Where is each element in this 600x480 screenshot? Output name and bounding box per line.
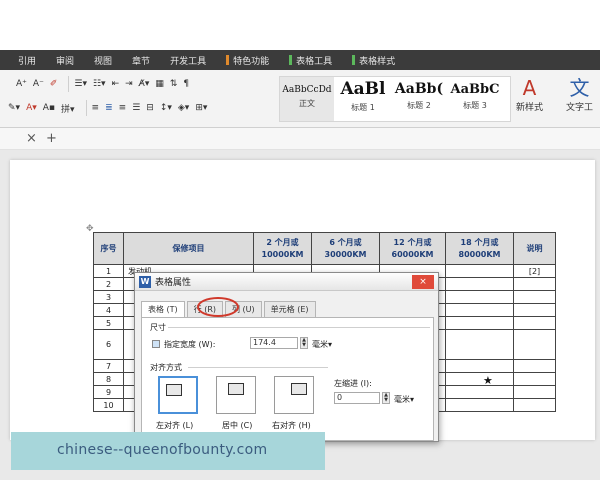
highlight-icon[interactable]: ✎▾ [8, 103, 20, 113]
width-spinner[interactable]: ▲ ▼ [300, 337, 308, 349]
dialog-title-bar[interactable]: W 表格属性 [135, 273, 438, 291]
ribbon: A⁺ A⁻ ✐ ☰▾ ☷▾ ⇤ ⇥ A̸▾ ▦ ⇅ ¶ ✎▾ A▾ A▪ 拼▾ … [0, 70, 600, 128]
menu-item-review[interactable]: 审阅 [46, 54, 84, 67]
font-color-icon[interactable]: A▾ [26, 103, 37, 113]
close-tab-icon[interactable]: × [26, 131, 37, 146]
new-style-button[interactable]: A 新样式 [516, 76, 543, 113]
align-left-option[interactable] [158, 376, 198, 414]
sort-icon[interactable]: ⇅ [170, 79, 178, 89]
indent-icon[interactable]: ⇤ [112, 79, 120, 89]
accent-tick [289, 55, 293, 65]
wps-app-icon: W [139, 275, 151, 288]
align-section-label: 对齐方式 [150, 363, 182, 372]
dialog-title: 表格属性 [155, 278, 192, 288]
header-cell-6m[interactable]: 6 个月或 30000KM [311, 232, 380, 265]
header-cell-item[interactable]: 保修项目 [123, 232, 254, 265]
divider [188, 367, 328, 368]
distribute-icon[interactable]: ⊟ [146, 103, 154, 113]
align-right-label: 右对齐 (H) [272, 421, 311, 430]
style-heading-3[interactable]: AaBbC 标题 3 [448, 77, 502, 121]
phonetic-icon[interactable]: 拼▾ [61, 102, 75, 115]
tab-table[interactable]: 表格 (T) [141, 301, 185, 317]
header-cell-index[interactable]: 序号 [93, 232, 124, 265]
align-right-option[interactable] [274, 376, 314, 414]
width-label: 指定宽度 (W): [164, 340, 216, 349]
bullet-list-icon[interactable]: ☰▾ [74, 79, 87, 89]
watermark-banner: chinese--queenofbounty.com [11, 432, 325, 470]
menu-item-table-style[interactable]: 表格样式 [342, 54, 405, 67]
highlight-circle [197, 297, 239, 317]
tab-cell[interactable]: 单元格 (E) [263, 301, 316, 317]
star-mark: ★ [483, 374, 493, 387]
indent-unit-select[interactable]: 毫米▾ [394, 394, 414, 405]
indent-spinner[interactable]: ▲ ▼ [382, 392, 390, 404]
style-heading-1[interactable]: AaBl 标题 1 [336, 77, 390, 121]
size-section-label: 尺寸 [150, 323, 166, 332]
align-center-icon [228, 383, 244, 395]
clear-format-icon[interactable]: ✐ [50, 79, 58, 89]
style-normal[interactable]: AaBbCcDd 正文 [280, 77, 334, 121]
new-style-icon: A [522, 76, 537, 100]
menu-bar: 引用 审阅 视图 章节 开发工具 特色功能 表格工具 表格样式 [0, 50, 600, 70]
menu-item-table-tools[interactable]: 表格工具 [279, 54, 342, 67]
new-tab-icon[interactable]: + [46, 131, 57, 146]
width-unit-select[interactable]: 毫米▾ [312, 339, 332, 350]
align-right-icon[interactable]: ≡ [119, 103, 127, 113]
table-icon[interactable]: ▦ [155, 79, 164, 89]
align-left-label: 左对齐 (L) [156, 421, 194, 430]
width-input[interactable]: 174.4 [250, 337, 298, 349]
menu-item-chapter[interactable]: 章节 [122, 54, 160, 67]
menu-item-reference[interactable]: 引用 [8, 54, 46, 67]
watermark-text: chinese--queenofbounty.com [57, 442, 268, 458]
accent-tick [352, 55, 356, 65]
number-list-icon[interactable]: ☷▾ [93, 79, 106, 89]
char-shading-icon[interactable]: A▪ [43, 103, 55, 113]
header-cell-12m[interactable]: 12 个月或 60000KM [379, 232, 446, 265]
menu-item-developer[interactable]: 开发工具 [160, 54, 216, 67]
divider [68, 76, 70, 92]
align-left-icon [166, 384, 182, 396]
header-cell-2m[interactable]: 2 个月或 10000KM [253, 232, 312, 265]
header-cell-notes[interactable]: 说明 [513, 232, 556, 265]
justify-icon[interactable]: ☰ [132, 103, 140, 113]
document-tab-strip: × + [0, 128, 600, 150]
line-spacing-icon[interactable]: ↕▾ [160, 103, 172, 113]
dialog-tab-panel: 尺寸 指定宽度 (W): 174.4 ▲ ▼ 毫米▾ 对齐方式 左对齐 (L) 居… [141, 317, 434, 441]
divider [168, 327, 430, 328]
text-tool-button[interactable]: 文 文字工 [566, 76, 593, 113]
border-icon[interactable]: ⊞▾ [195, 103, 207, 113]
close-icon[interactable]: × [412, 275, 434, 289]
divider [85, 100, 87, 116]
font-shrink-button[interactable]: A⁻ [33, 79, 44, 89]
menu-item-view[interactable]: 视图 [84, 54, 122, 67]
align-center-icon[interactable]: ≣ [105, 103, 113, 113]
accent-tick [226, 55, 230, 65]
shading-icon[interactable]: ◈▾ [178, 103, 189, 113]
outdent-icon[interactable]: ⇥ [125, 79, 133, 89]
align-left-icon[interactable]: ≡ [92, 103, 100, 113]
show-marks-icon[interactable]: ¶ [183, 79, 189, 89]
align-center-option[interactable] [216, 376, 256, 414]
menu-item-features[interactable]: 特色功能 [216, 54, 279, 67]
style-gallery: AaBbCcDd 正文 AaBl 标题 1 AaBb( 标题 2 AaBbC 标… [279, 76, 511, 122]
text-direction-icon[interactable]: A̸▾ [139, 79, 150, 89]
top-margin [0, 0, 600, 50]
table-properties-dialog: W 表格属性 × 表格 (T) 行 (R) 列 (U) 单元格 (E) 尺寸 指… [134, 272, 439, 442]
text-tool-icon: 文 [569, 76, 590, 100]
indent-input[interactable]: 0 [334, 392, 380, 404]
align-right-icon [291, 383, 307, 395]
indent-label: 左缩进 (I): [334, 379, 372, 388]
header-cell-18m[interactable]: 18 个月或 80000KM [445, 232, 514, 265]
align-center-label: 居中 (C) [222, 421, 253, 430]
font-grow-button[interactable]: A⁺ [16, 79, 27, 89]
style-heading-2[interactable]: AaBb( 标题 2 [392, 77, 446, 121]
width-checkbox[interactable] [152, 340, 160, 348]
